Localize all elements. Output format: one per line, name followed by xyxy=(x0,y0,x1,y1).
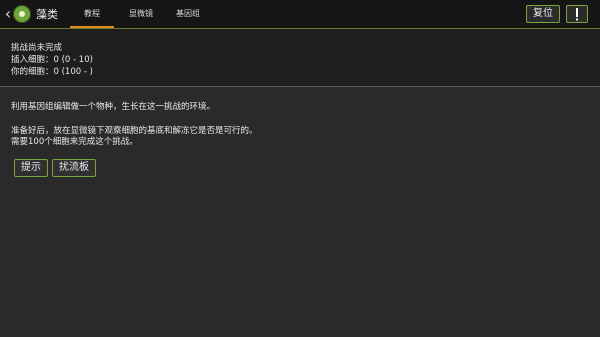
spoiler-board-button[interactable]: 扰流板 xyxy=(52,159,96,177)
top-bar: ‹ 藻类 教程 显微镜 基因组 复位 xyxy=(0,0,600,29)
tab-microscope[interactable]: 显微镜 xyxy=(118,8,164,28)
description-line: 需要100个细胞来完成这个挑战。 xyxy=(11,137,138,147)
info-button[interactable] xyxy=(566,5,588,23)
challenge-status: 挑战尚未完成 xyxy=(11,43,63,53)
description-line: 利用基因组编辑做一个物种，生长在这一挑战的环境。 xyxy=(11,102,216,112)
exclamation-icon xyxy=(576,8,578,21)
status-panel: 挑战尚未完成 插入细胞：0 (0 - 10) 你的细胞：0 (100 - ) xyxy=(0,29,600,87)
app-title: 藻类 xyxy=(36,8,58,21)
your-cells: 你的细胞：0 (100 - ) xyxy=(11,67,93,77)
algae-icon xyxy=(13,5,31,23)
hint-button[interactable]: 提示 xyxy=(14,159,48,177)
tab-tutorial[interactable]: 教程 xyxy=(70,8,114,28)
inserted-cells: 插入细胞：0 (0 - 10) xyxy=(11,55,93,65)
reset-button[interactable]: 复位 xyxy=(526,5,560,23)
tab-genome[interactable]: 基因组 xyxy=(168,8,208,28)
